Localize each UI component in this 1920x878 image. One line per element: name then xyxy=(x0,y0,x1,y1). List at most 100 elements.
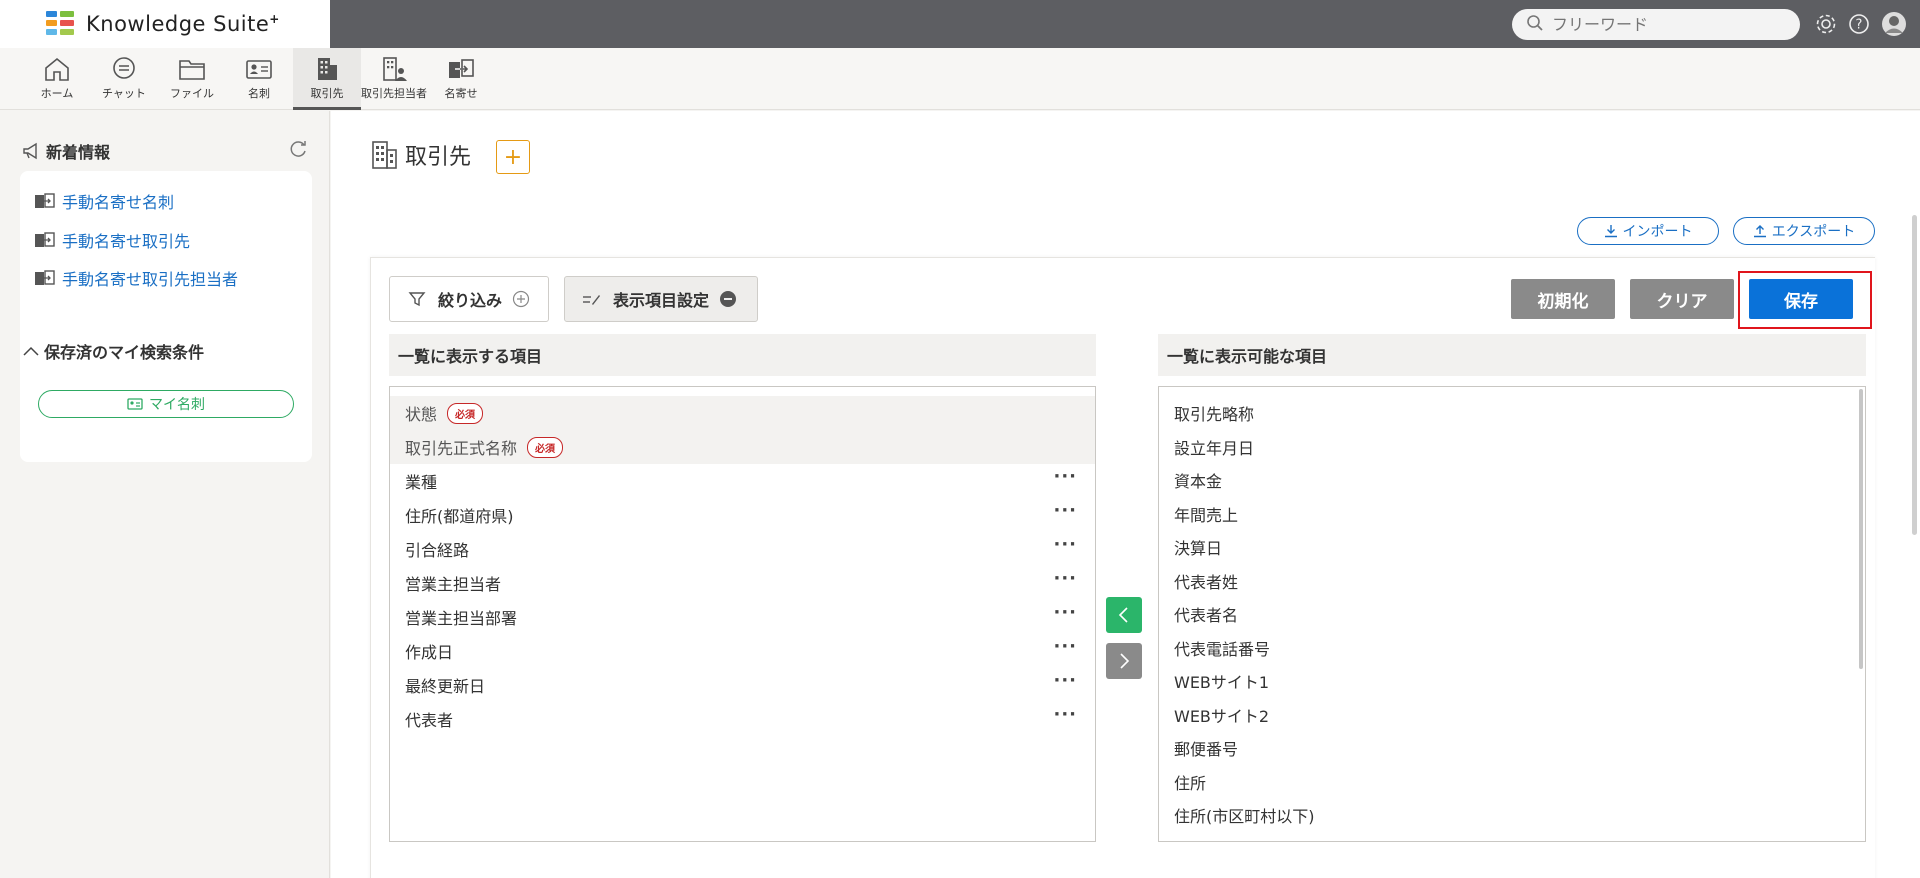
list-item[interactable]: 営業主担当部署 ··· xyxy=(390,600,1095,634)
chat-icon xyxy=(113,57,135,79)
list-item[interactable]: 代表者姓 xyxy=(1159,564,1865,597)
available-columns-header: 一覧に表示可能な項目 xyxy=(1158,334,1866,376)
filter-button[interactable]: 絞り込み xyxy=(389,276,549,322)
list-item-required: 状態 必須 xyxy=(390,396,1095,430)
clear-button[interactable]: クリア xyxy=(1630,279,1734,319)
nav-home[interactable]: ホーム xyxy=(23,48,91,110)
list-item[interactable]: 資本金 xyxy=(1159,463,1865,496)
home-icon xyxy=(45,57,69,81)
list-item[interactable]: 作成日 ··· xyxy=(390,634,1095,668)
minus-circle-icon xyxy=(720,291,737,307)
add-account-button[interactable]: + xyxy=(496,140,530,174)
list-item[interactable]: 業種 ··· xyxy=(390,464,1095,498)
more-options-icon[interactable]: ··· xyxy=(1053,704,1077,725)
building-icon xyxy=(318,58,337,80)
nav-chat-label: チャット xyxy=(102,87,146,100)
move-right-button[interactable] xyxy=(1106,643,1142,679)
filter-icon xyxy=(408,292,426,307)
list-item[interactable]: 代表者 ··· xyxy=(390,702,1095,736)
displayed-columns-header: 一覧に表示する項目 xyxy=(389,334,1096,376)
nav-file-label: ファイル xyxy=(170,87,214,100)
available-columns-list[interactable]: 取引先略称 設立年月日 資本金 年間売上 決算日 代表者姓 代表者名 代表電話番… xyxy=(1158,386,1866,842)
move-left-button[interactable] xyxy=(1106,597,1142,633)
nav-contacts-label: 取引先担当者 xyxy=(361,87,427,100)
plus-circle-icon xyxy=(512,290,530,308)
saved-search-heading[interactable]: 保存済のマイ検索条件 xyxy=(22,339,204,363)
search-box[interactable] xyxy=(1512,9,1800,40)
list-item[interactable]: 住所 xyxy=(1159,765,1865,798)
more-options-icon[interactable]: ··· xyxy=(1053,500,1077,521)
import-button[interactable]: インポート xyxy=(1577,217,1719,245)
list-item[interactable]: WEBサイト1 xyxy=(1159,664,1865,697)
page-title: 取引先 xyxy=(371,139,471,171)
list-item[interactable]: 取引先略称 xyxy=(1159,396,1865,429)
list-item[interactable]: 最終更新日 ··· xyxy=(390,668,1095,702)
merge-icon xyxy=(35,270,55,285)
column-settings-panel: 絞り込み 表示項目設定 初期化 クリア 保存 一覧に表示する項目 一覧に表示可能… xyxy=(370,257,1875,878)
chevron-right-icon xyxy=(1120,653,1130,669)
list-item[interactable]: 住所(都道府県) ··· xyxy=(390,498,1095,532)
save-button[interactable]: 保存 xyxy=(1749,279,1853,319)
list-item[interactable]: WEBサイト2 xyxy=(1159,698,1865,731)
more-options-icon[interactable]: ··· xyxy=(1053,568,1077,589)
svg-text:?: ? xyxy=(1856,18,1863,33)
business-card-icon xyxy=(127,398,143,410)
news-link-merge-cards[interactable]: 手動名寄せ名刺 xyxy=(34,189,174,213)
merge-icon xyxy=(35,193,55,208)
nav-merge[interactable]: 名寄せ xyxy=(427,48,495,110)
merge-icon xyxy=(449,59,474,78)
list-item[interactable]: 決算日 xyxy=(1159,530,1865,563)
list-item[interactable]: 営業主担当者 ··· xyxy=(390,566,1095,600)
app-name: Knowledge Suite+ xyxy=(86,12,280,36)
saved-search-my-cards[interactable]: マイ名刺 xyxy=(38,390,294,418)
more-options-icon[interactable]: ··· xyxy=(1053,636,1077,657)
building-outline-icon xyxy=(372,141,397,169)
search-icon xyxy=(1526,14,1544,36)
required-badge: 必須 xyxy=(527,436,564,458)
more-options-icon[interactable]: ··· xyxy=(1053,534,1077,555)
list-item[interactable]: 設立年月日 xyxy=(1159,430,1865,463)
nav-file[interactable]: ファイル xyxy=(158,48,226,110)
nav-business-card-label: 名刺 xyxy=(248,87,270,100)
nav-home-label: ホーム xyxy=(40,87,74,100)
avatar[interactable] xyxy=(1881,11,1907,37)
main-nav: ホーム チャット ファイル 名刺 取引先 取引先担当者 名寄せ xyxy=(0,48,1920,110)
export-button[interactable]: エクスポート xyxy=(1733,217,1875,245)
more-options-icon[interactable]: ··· xyxy=(1053,670,1077,691)
list-item[interactable]: 引合経路 ··· xyxy=(390,532,1095,566)
page-scrollbar[interactable] xyxy=(1912,215,1917,535)
chevron-left-icon xyxy=(1118,607,1128,623)
list-item[interactable]: 住所(市区町村以下) xyxy=(1159,798,1865,831)
news-link-merge-accounts[interactable]: 手動名寄せ取引先 xyxy=(34,228,190,252)
upload-icon xyxy=(1753,225,1766,238)
more-options-icon[interactable]: ··· xyxy=(1053,466,1077,487)
saved-search-card: マイ名刺 xyxy=(20,370,312,462)
refresh-icon[interactable] xyxy=(288,139,310,161)
chevron-up-icon xyxy=(23,346,39,356)
nav-business-card[interactable]: 名刺 xyxy=(225,48,293,110)
list-item-required: 取引先正式名称 必須 xyxy=(390,430,1095,464)
list-item[interactable]: 郵便番号 xyxy=(1159,731,1865,764)
search-input[interactable] xyxy=(1552,15,1782,34)
main-content: 取引先 + インポート エクスポート 絞り込み 表示項目設定 初期化 クリア 保… xyxy=(331,111,1920,878)
nav-accounts-label: 取引先 xyxy=(310,87,344,100)
list-item[interactable]: 代表者名 xyxy=(1159,597,1865,630)
list-scrollbar[interactable] xyxy=(1859,389,1863,669)
more-options-icon[interactable]: ··· xyxy=(1053,602,1077,623)
logo[interactable]: Knowledge Suite+ xyxy=(0,0,330,48)
edit-list-icon xyxy=(583,295,600,305)
gear-icon[interactable] xyxy=(1813,11,1839,37)
help-icon[interactable]: ? xyxy=(1846,11,1872,37)
reset-button[interactable]: 初期化 xyxy=(1511,279,1615,319)
list-item[interactable]: 年間売上 xyxy=(1159,497,1865,530)
list-item[interactable]: 代表電話番号 xyxy=(1159,631,1865,664)
news-link-merge-contacts[interactable]: 手動名寄せ取引先担当者 xyxy=(34,266,238,290)
building-person-icon xyxy=(383,57,407,81)
download-icon xyxy=(1604,225,1617,238)
column-settings-button[interactable]: 表示項目設定 xyxy=(564,276,758,322)
displayed-columns-list[interactable]: 状態 必須 取引先正式名称 必須 業種 ··· 住所(都道府県) ··· 引合経路 ·… xyxy=(389,386,1096,842)
nav-accounts[interactable]: 取引先 xyxy=(293,48,361,110)
required-badge: 必須 xyxy=(447,402,484,424)
nav-contacts[interactable]: 取引先担当者 xyxy=(360,48,428,110)
nav-chat[interactable]: チャット xyxy=(90,48,158,110)
